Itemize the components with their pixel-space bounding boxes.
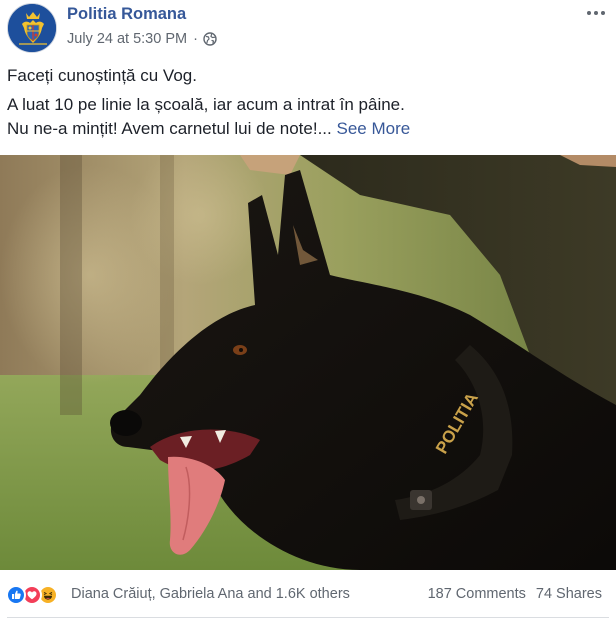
see-more-link[interactable]: See More [336, 119, 410, 138]
reaction-names-link[interactable]: Diana Crăiuț, Gabriela Ana and 1.6K othe… [71, 586, 350, 602]
engagement-counts: 187 Comments 74 Shares [428, 586, 602, 602]
more-options-icon[interactable] [585, 6, 607, 20]
post-footer: Diana Crăiuț, Gabriela Ana and 1.6K othe… [0, 578, 616, 610]
post-timestamp[interactable]: July 24 at 5:30 PM [67, 31, 187, 47]
footer-divider [7, 617, 609, 618]
meta-separator: · [193, 31, 198, 47]
post-text-line-3: Nu ne-a mințit! Avem carnetul lui de not… [7, 117, 607, 141]
page-name-link[interactable]: Politia Romana [67, 5, 186, 24]
like-reaction-icon[interactable] [6, 585, 26, 605]
coat-of-arms-icon [8, 4, 56, 52]
page-avatar[interactable] [7, 3, 57, 53]
post-header: Politia Romana July 24 at 5:30 PM · [0, 0, 616, 60]
post-meta: July 24 at 5:30 PM · [67, 31, 217, 47]
post-text-line-2: A luat 10 pe linie la școală, iar acum a… [7, 95, 405, 114]
reaction-icons[interactable] [6, 585, 70, 605]
shares-count-link[interactable]: 74 Shares [536, 586, 602, 602]
globe-icon[interactable] [203, 32, 217, 46]
comments-count-link[interactable]: 187 Comments [428, 586, 526, 602]
post-text: Faceți cunoștință cu Vog. A luat 10 pe l… [7, 64, 607, 141]
post-text-line-1: Faceți cunoștință cu Vog. [7, 66, 197, 85]
police-dog-photo[interactable]: POLITIA [0, 155, 616, 570]
post-text-line-3-text: Nu ne-a mințit! Avem carnetul lui de not… [7, 119, 332, 138]
facebook-post: Politia Romana July 24 at 5:30 PM · Face… [0, 0, 616, 621]
